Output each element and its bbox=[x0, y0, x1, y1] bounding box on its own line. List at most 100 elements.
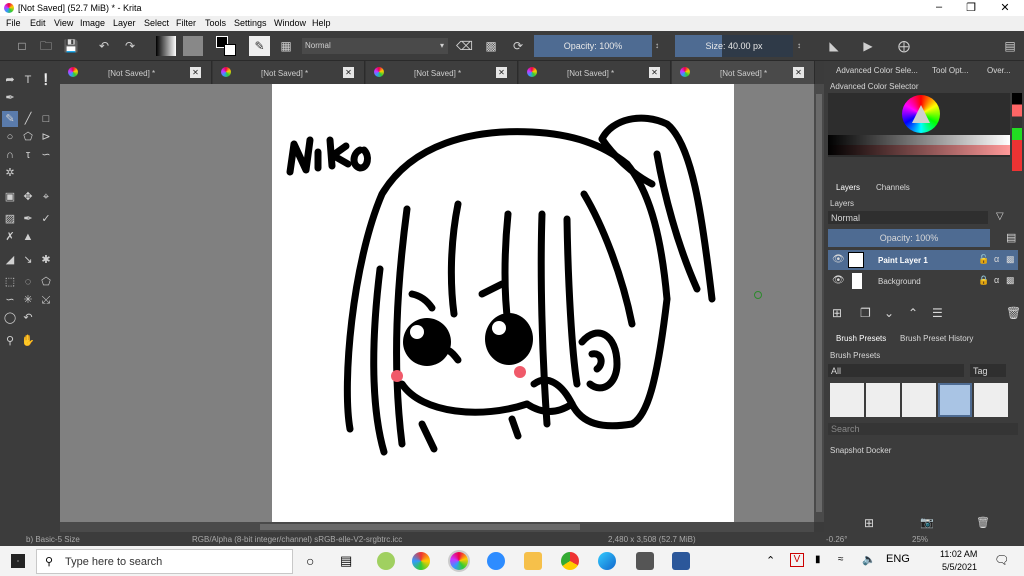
similar-select-icon[interactable]: ⤩ bbox=[38, 292, 54, 308]
calligraphy-icon[interactable]: ✒ bbox=[2, 90, 18, 106]
menu-help[interactable]: Help bbox=[312, 18, 331, 28]
bezier-select-icon[interactable]: ◯ bbox=[2, 310, 18, 326]
move-layer-down-icon[interactable]: ⌄ bbox=[884, 306, 894, 320]
close-tab-icon[interactable]: ✕ bbox=[343, 67, 354, 78]
freehand-brush-icon[interactable]: ✎ bbox=[2, 111, 18, 127]
reload-preset-icon[interactable]: ⟳ bbox=[510, 37, 526, 55]
lock-icon[interactable]: 🔒 bbox=[978, 275, 989, 286]
brush-preset-5[interactable] bbox=[974, 383, 1008, 417]
alpha-icon[interactable]: α bbox=[994, 275, 999, 285]
antivirus-icon[interactable]: V bbox=[790, 553, 804, 567]
size-spin-icon[interactable]: ↕ bbox=[794, 37, 804, 55]
wifi-icon[interactable]: ≈ bbox=[838, 554, 844, 565]
layer-opacity-slider[interactable]: Opacity: 100% bbox=[828, 229, 990, 247]
mirror-horizontal-icon[interactable]: ◣ bbox=[826, 37, 842, 55]
brush-preset-3[interactable] bbox=[902, 383, 936, 417]
task-view-icon[interactable]: ▤ bbox=[340, 553, 352, 569]
cortana-icon[interactable]: ○ bbox=[306, 553, 314, 569]
maximize-icon[interactable]: ❐ bbox=[956, 1, 986, 14]
close-icon[interactable]: ✕ bbox=[990, 1, 1020, 14]
ellipse-select-icon[interactable]: ◌ bbox=[20, 274, 36, 290]
language-indicator[interactable]: ENG bbox=[886, 553, 910, 565]
brush-preset-selected[interactable] bbox=[938, 383, 972, 417]
open-folder-icon[interactable]: 🗀 bbox=[38, 37, 54, 55]
volume-icon[interactable]: 🔈 bbox=[862, 553, 876, 566]
krita-taskbar-icon[interactable] bbox=[448, 550, 470, 572]
close-tab-icon[interactable]: ✕ bbox=[649, 67, 660, 78]
gradient-tool-icon[interactable]: ▨ bbox=[2, 211, 18, 227]
move-tool-icon[interactable]: ✥ bbox=[20, 189, 36, 205]
visibility-eye-icon[interactable]: 👁 bbox=[832, 254, 845, 265]
brush-preset-icon[interactable]: ✎ bbox=[249, 36, 270, 56]
polygon-select-icon[interactable]: ⬠ bbox=[38, 274, 54, 290]
tab-document-1[interactable]: [Not Saved] * ✕ bbox=[60, 61, 212, 84]
vertical-scrollbar[interactable] bbox=[814, 84, 824, 522]
color-picker-icon[interactable]: ✒ bbox=[20, 211, 36, 227]
clock-time[interactable]: 11:02 AM bbox=[940, 549, 977, 559]
battery-icon[interactable]: ▮ bbox=[815, 554, 821, 565]
menu-view[interactable]: View bbox=[54, 18, 73, 28]
tab-document-3[interactable]: [Not Saved] * ✕ bbox=[366, 61, 518, 84]
add-snapshot-icon[interactable]: ⊞ bbox=[864, 516, 874, 530]
brush-preset-2[interactable] bbox=[866, 383, 900, 417]
taskbar-search-input[interactable]: ⚲ Type here to search bbox=[36, 549, 293, 574]
smart-patch-icon[interactable]: ✓ bbox=[38, 211, 54, 227]
reference-images-icon[interactable]: ✱ bbox=[38, 252, 54, 268]
layer-settings-icon[interactable]: ☰ bbox=[932, 306, 943, 320]
vertical-scroll-thumb[interactable] bbox=[816, 94, 822, 512]
pattern-selector[interactable] bbox=[183, 36, 203, 56]
tab-tool-options[interactable]: Tool Opt... bbox=[932, 66, 968, 75]
lock-icon[interactable]: 🔓 bbox=[978, 254, 989, 265]
inherit-alpha-icon[interactable]: ▩ bbox=[1006, 275, 1015, 286]
multibrush-icon[interactable]: ✲ bbox=[2, 165, 18, 181]
notifications-icon[interactable]: 🗨 bbox=[994, 553, 1009, 567]
magnetic-select-icon[interactable]: ↶ bbox=[20, 310, 36, 326]
size-slider[interactable]: Size: 40.00 px bbox=[675, 35, 793, 57]
select-shapes-icon[interactable]: ➦ bbox=[2, 72, 18, 88]
transform-tool-icon[interactable]: ▣ bbox=[2, 189, 18, 205]
tab-document-2[interactable]: [Not Saved] * ✕ bbox=[213, 61, 365, 84]
app-icon-2[interactable] bbox=[412, 552, 430, 570]
layer-row-background[interactable]: 👁 Background 🔒 α ▩ bbox=[828, 271, 1018, 291]
file-explorer-icon[interactable] bbox=[524, 552, 542, 570]
add-layer-icon[interactable]: ⊞ bbox=[832, 306, 842, 320]
crop-tool-icon[interactable]: ⌖ bbox=[38, 189, 54, 205]
menu-window[interactable]: Window bbox=[274, 18, 306, 28]
minimize-icon[interactable]: – bbox=[924, 1, 954, 13]
red-bar[interactable] bbox=[828, 145, 1010, 155]
gradient-selector[interactable] bbox=[156, 36, 176, 56]
brush-settings-icon[interactable]: ▦ bbox=[278, 37, 294, 55]
tab-document-5[interactable]: [Not Saved] * ✕ bbox=[672, 61, 815, 84]
alpha-icon[interactable]: α bbox=[994, 254, 999, 264]
duplicate-layer-icon[interactable]: ❐ bbox=[860, 306, 871, 320]
menu-layer[interactable]: Layer bbox=[113, 18, 136, 28]
close-tab-icon[interactable]: ✕ bbox=[496, 67, 507, 78]
tab-channels[interactable]: Channels bbox=[876, 183, 910, 192]
tab-overview[interactable]: Over... bbox=[987, 66, 1011, 75]
brush-filter-select[interactable]: All bbox=[828, 364, 964, 377]
wrap-around-icon[interactable]: ⨁ bbox=[896, 37, 912, 55]
move-layer-up-icon[interactable]: ⌃ bbox=[908, 306, 918, 320]
zoom-app-icon[interactable] bbox=[487, 552, 505, 570]
windows-start-icon[interactable] bbox=[11, 554, 25, 568]
delete-snapshot-icon[interactable]: 🗑 bbox=[976, 516, 990, 529]
colorize-mask-icon[interactable]: ✗ bbox=[2, 229, 18, 245]
horizontal-scrollbar[interactable] bbox=[60, 522, 814, 532]
pan-tool-icon[interactable]: ✋ bbox=[20, 333, 36, 349]
app-icon-1[interactable] bbox=[377, 552, 395, 570]
mirror-vertical-icon[interactable]: ▶ bbox=[860, 37, 876, 55]
ellipse-tool-icon[interactable]: ○ bbox=[2, 129, 18, 145]
contiguous-select-icon[interactable]: ✳ bbox=[20, 292, 36, 308]
brush-tag-select[interactable]: Tag bbox=[970, 364, 1006, 377]
clock-date[interactable]: 5/5/2021 bbox=[942, 562, 977, 572]
edge-icon[interactable] bbox=[598, 552, 616, 570]
close-tab-icon[interactable]: ✕ bbox=[793, 67, 804, 78]
canvas-paper[interactable] bbox=[272, 84, 734, 522]
camera-app-icon[interactable] bbox=[636, 552, 654, 570]
opacity-slider[interactable]: Opacity: 100% bbox=[534, 35, 652, 57]
alpha-lock-icon[interactable]: ▩ bbox=[483, 37, 499, 55]
brush-search-input[interactable]: Search bbox=[828, 423, 1018, 435]
fill-tool-icon[interactable]: ▲ bbox=[20, 229, 36, 245]
tab-advanced-color-selector[interactable]: Advanced Color Sele... bbox=[836, 66, 918, 75]
horizontal-scroll-thumb[interactable] bbox=[260, 524, 580, 530]
